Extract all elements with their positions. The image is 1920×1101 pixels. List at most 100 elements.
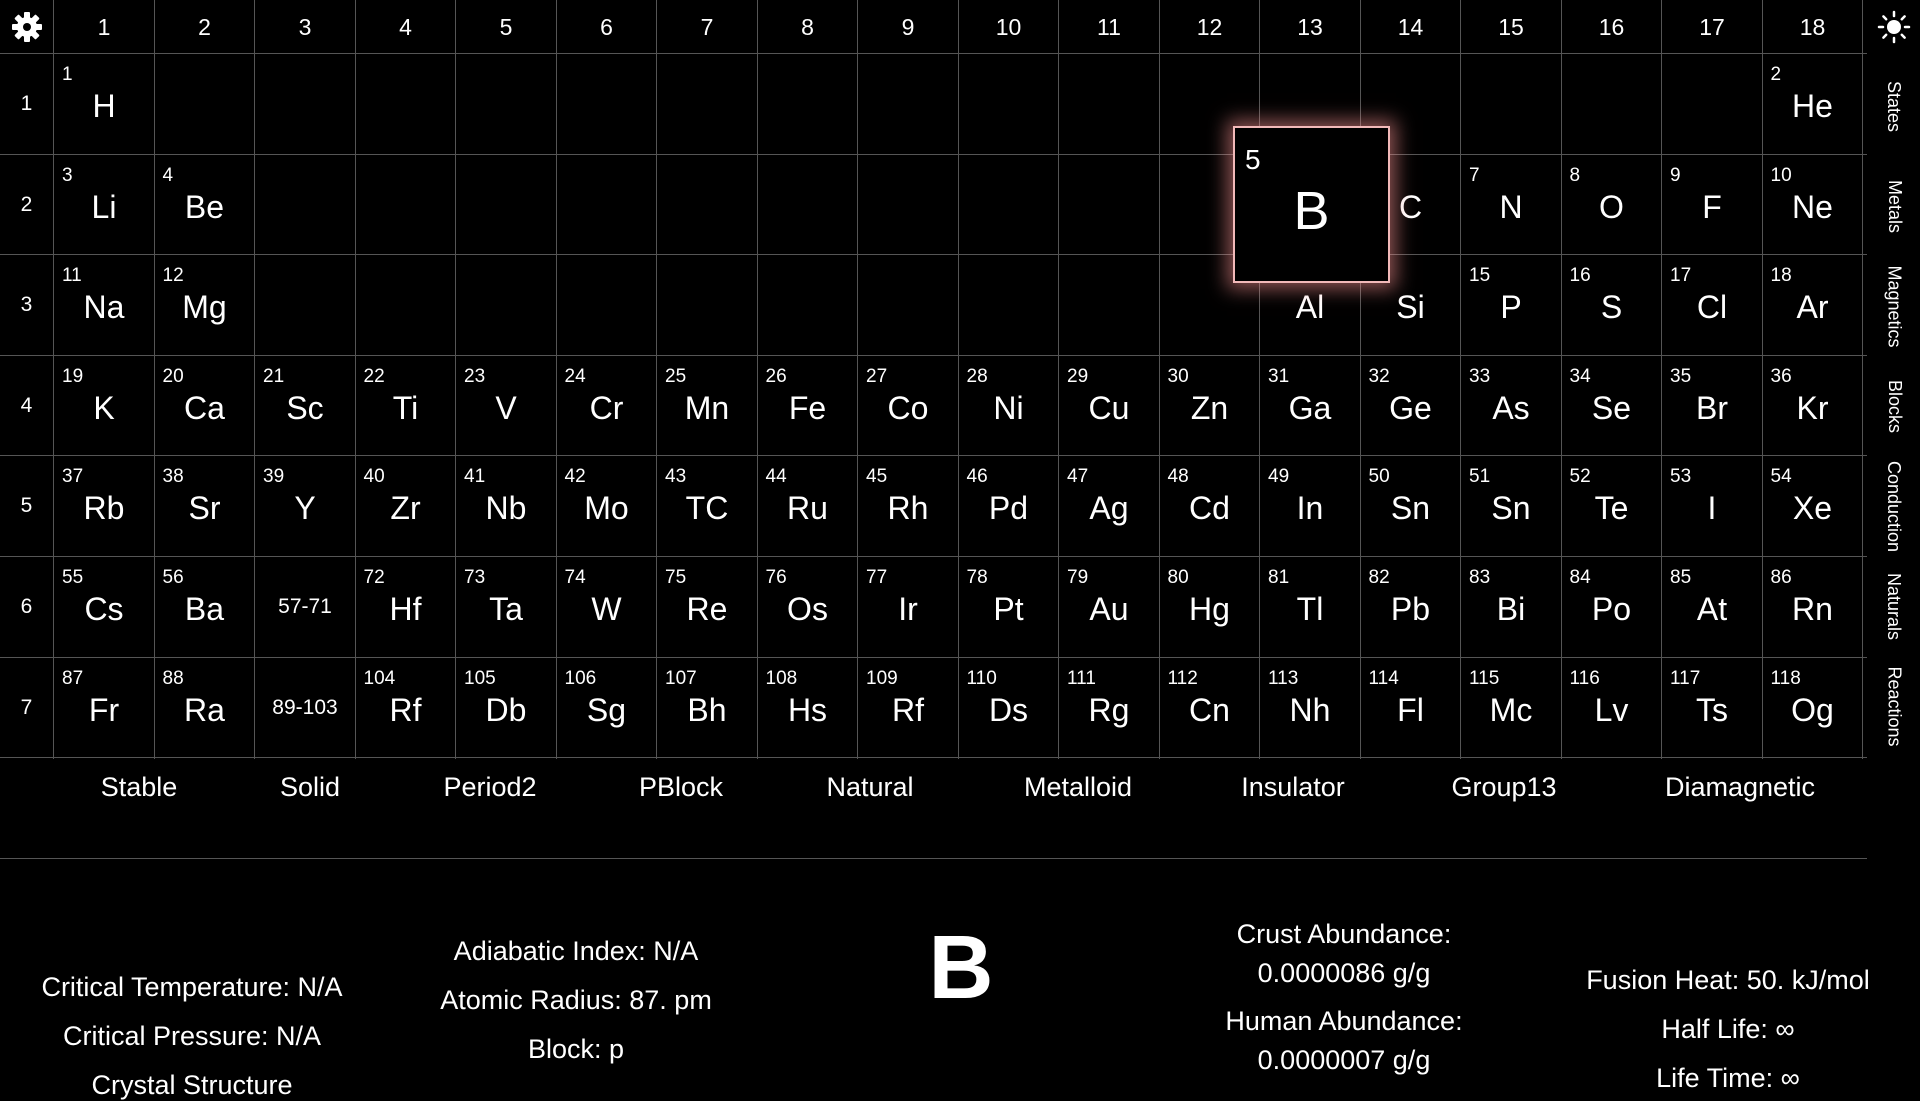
element-cell[interactable]: 12 Mg — [155, 255, 255, 355]
element-cell[interactable]: 15 P — [1461, 255, 1561, 355]
element-cell[interactable]: 53 I — [1662, 456, 1762, 556]
element-cell[interactable]: 35 Br — [1662, 356, 1762, 456]
element-cell[interactable]: 16 S — [1562, 255, 1662, 355]
element-cell[interactable]: 8O — [1562, 155, 1662, 255]
element-cell[interactable]: 105 Db — [456, 658, 556, 758]
element-cell[interactable]: 10 Ne — [1763, 155, 1863, 255]
element-cell[interactable]: 75 Re — [657, 557, 757, 657]
element-cell[interactable]: 23 V — [456, 356, 556, 456]
element-cell[interactable]: 44 Ru — [758, 456, 858, 556]
element-cell[interactable]: 26 Fe — [758, 356, 858, 456]
element-cell[interactable]: 111 Rg — [1059, 658, 1159, 758]
property-tag-pblock[interactable]: PBlock — [639, 772, 723, 812]
element-cell[interactable]: 81 Tl — [1260, 557, 1360, 657]
element-cell[interactable]: 54 Xe — [1763, 456, 1863, 556]
element-cell[interactable]: 49 In — [1260, 456, 1360, 556]
element-cell[interactable]: 113 Nh — [1260, 658, 1360, 758]
element-cell[interactable]: 34 Se — [1562, 356, 1662, 456]
element-cell[interactable]: 78 Pt — [959, 557, 1059, 657]
element-cell[interactable]: 87 Fr — [54, 658, 154, 758]
side-tab-metals[interactable]: Metals — [1868, 156, 1920, 256]
element-cell[interactable]: 42 Mo — [557, 456, 657, 556]
element-cell[interactable]: 74 W — [557, 557, 657, 657]
element-cell[interactable]: 46 Pd — [959, 456, 1059, 556]
element-cell[interactable]: 115 Mc — [1461, 658, 1561, 758]
element-cell[interactable]: 9F — [1662, 155, 1762, 255]
element-cell[interactable]: 80 Hg — [1160, 557, 1260, 657]
property-tag-natural[interactable]: Natural — [826, 772, 913, 812]
side-tab-reactions[interactable]: Reactions — [1868, 656, 1920, 756]
element-cell[interactable]: 18 Ar — [1763, 255, 1863, 355]
element-cell[interactable]: 108 Hs — [758, 658, 858, 758]
element-cell[interactable]: 3 Li — [54, 155, 154, 255]
element-cell[interactable]: 4 Be — [155, 155, 255, 255]
element-cell[interactable]: 48 Cd — [1160, 456, 1260, 556]
selected-element-tile[interactable]: 5 B — [1233, 126, 1390, 283]
property-tag-period2[interactable]: Period2 — [443, 772, 536, 812]
element-cell[interactable]: 73 Ta — [456, 557, 556, 657]
element-cell[interactable]: 22 Ti — [356, 356, 456, 456]
side-tab-conduction[interactable]: Conduction — [1868, 456, 1920, 556]
element-cell[interactable]: 36 Kr — [1763, 356, 1863, 456]
element-cell[interactable]: 28 Ni — [959, 356, 1059, 456]
element-cell[interactable]: 77 Ir — [858, 557, 958, 657]
element-cell[interactable]: 109 Rf — [858, 658, 958, 758]
element-cell[interactable]: 56 Ba — [155, 557, 255, 657]
element-cell[interactable]: 85 At — [1662, 557, 1762, 657]
element-cell[interactable]: 37 Rb — [54, 456, 154, 556]
gear-icon[interactable] — [0, 0, 53, 54]
element-cell[interactable]: 76 Os — [758, 557, 858, 657]
element-cell[interactable]: 86 Rn — [1763, 557, 1863, 657]
side-tab-blocks[interactable]: Blocks — [1868, 356, 1920, 456]
element-cell[interactable]: 20 Ca — [155, 356, 255, 456]
property-tag-stable[interactable]: Stable — [101, 772, 178, 812]
element-cell[interactable]: 116 Lv — [1562, 658, 1662, 758]
element-cell[interactable]: 52 Te — [1562, 456, 1662, 556]
element-cell[interactable]: 40 Zr — [356, 456, 456, 556]
property-tag-solid[interactable]: Solid — [280, 772, 340, 812]
element-cell[interactable]: 2 He — [1763, 54, 1863, 154]
element-cell[interactable]: 39 Y — [255, 456, 355, 556]
element-cell[interactable]: 43 TC — [657, 456, 757, 556]
element-cell[interactable]: 84 Po — [1562, 557, 1662, 657]
sun-icon[interactable] — [1868, 0, 1920, 54]
element-cell[interactable]: 38 Sr — [155, 456, 255, 556]
element-cell[interactable]: 19 K — [54, 356, 154, 456]
element-cell[interactable]: 47 Ag — [1059, 456, 1159, 556]
element-cell[interactable]: 25 Mn — [657, 356, 757, 456]
element-cell[interactable]: 106 Sg — [557, 658, 657, 758]
element-cell[interactable]: 114 Fl — [1361, 658, 1461, 758]
element-cell[interactable]: 32 Ge — [1361, 356, 1461, 456]
element-cell[interactable]: 118 Og — [1763, 658, 1863, 758]
element-cell[interactable]: 1H — [54, 54, 154, 154]
element-cell[interactable]: 57-71 — [255, 557, 355, 657]
element-cell[interactable]: 30 Zn — [1160, 356, 1260, 456]
element-cell[interactable]: 88 Ra — [155, 658, 255, 758]
side-tab-naturals[interactable]: Naturals — [1868, 556, 1920, 656]
element-cell[interactable]: 72 Hf — [356, 557, 456, 657]
property-tag-metalloid[interactable]: Metalloid — [1024, 772, 1132, 812]
property-tag-insulator[interactable]: Insulator — [1241, 772, 1345, 812]
property-tag-group13[interactable]: Group13 — [1451, 772, 1556, 812]
element-cell[interactable]: 104 Rf — [356, 658, 456, 758]
element-cell[interactable]: 83 Bi — [1461, 557, 1561, 657]
element-cell[interactable]: 51 Sn — [1461, 456, 1561, 556]
element-cell[interactable]: 55 Cs — [54, 557, 154, 657]
element-cell[interactable]: 79 Au — [1059, 557, 1159, 657]
element-cell[interactable]: 110 Ds — [959, 658, 1059, 758]
element-cell[interactable]: 112 Cn — [1160, 658, 1260, 758]
element-cell[interactable]: 89-103 — [255, 658, 355, 758]
element-cell[interactable]: 24 Cr — [557, 356, 657, 456]
element-cell[interactable]: 29 Cu — [1059, 356, 1159, 456]
element-cell[interactable]: 7N — [1461, 155, 1561, 255]
element-cell[interactable]: 117 Ts — [1662, 658, 1762, 758]
element-cell[interactable]: 17 Cl — [1662, 255, 1762, 355]
property-tag-diamagnetic[interactable]: Diamagnetic — [1665, 772, 1815, 812]
element-cell[interactable]: 41 Nb — [456, 456, 556, 556]
side-tab-magnetics[interactable]: Magnetics — [1868, 256, 1920, 356]
element-cell[interactable]: 11 Na — [54, 255, 154, 355]
element-cell[interactable]: 107 Bh — [657, 658, 757, 758]
element-cell[interactable]: 45 Rh — [858, 456, 958, 556]
side-tab-states[interactable]: States — [1868, 56, 1920, 156]
element-cell[interactable]: 50 Sn — [1361, 456, 1461, 556]
